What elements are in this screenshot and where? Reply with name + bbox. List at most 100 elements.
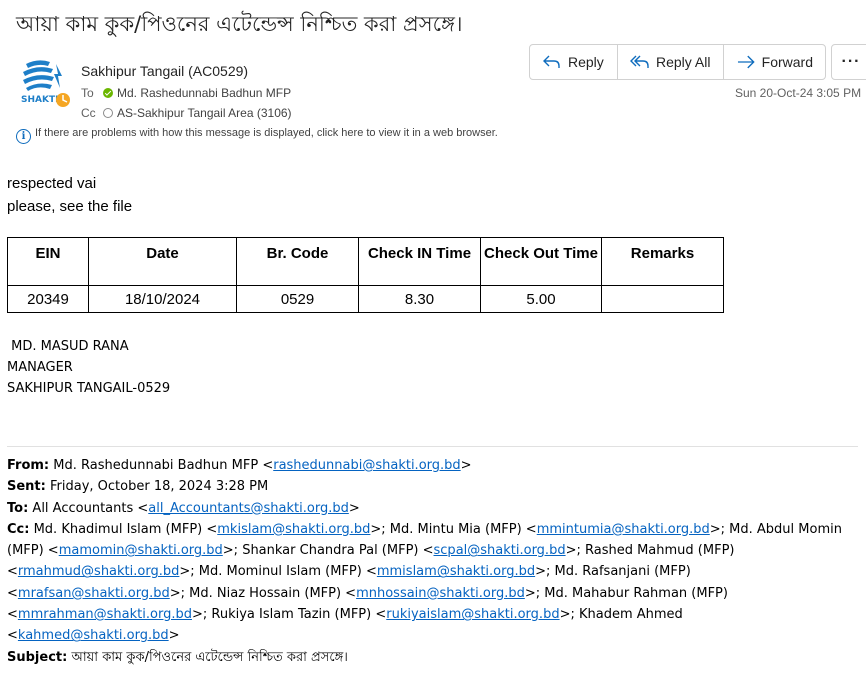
fwd-cc-separator: >; — [565, 543, 585, 559]
info-icon: i — [16, 129, 31, 144]
shakti-logo-icon: SHAKTI — [21, 60, 70, 107]
forward-label: Forward — [761, 54, 813, 70]
signature-branch: SAKHIPUR TANGAIL-0529 — [7, 381, 171, 396]
to-recipients: To Md. Rashedunnabi Badhun MFP — [81, 86, 291, 100]
forward-divider — [7, 446, 858, 447]
fwd-subject-line: Subject: আয়া কাম কুক/পিওনের এটেন্ডেন্স … — [7, 647, 857, 668]
fwd-from-name: Md. Rashedunnabi Badhun MFP < — [53, 458, 274, 473]
cc-label: Cc — [81, 106, 96, 120]
fwd-cc-email-link[interactable]: rmahmud@shakti.org.bd — [18, 564, 179, 579]
fwd-cc-separator: >; — [169, 585, 190, 601]
message-date: Sun 20-Oct-24 3:05 PM — [735, 86, 862, 100]
cell-branch-code: 0529 — [236, 285, 359, 313]
fwd-from-end: > — [460, 458, 472, 473]
to-recipient[interactable]: Md. Rashedunnabi Badhun MFP — [117, 86, 291, 100]
cell-check-in: 8.30 — [358, 285, 481, 313]
fwd-cc-name: Md. Mominul Islam (MFP) < — [198, 564, 377, 580]
fwd-cc-email-link[interactable]: mmintumia@shakti.org.bd — [537, 522, 710, 537]
fwd-sent-line: Sent: Friday, October 18, 2024 3:28 PM — [7, 476, 857, 497]
fwd-cc-separator: >; — [559, 607, 579, 623]
to-label: To — [81, 86, 94, 100]
cell-remarks — [601, 285, 724, 313]
fwd-cc-separator: >; — [179, 564, 199, 580]
fwd-cc-label: Cc: — [7, 521, 30, 537]
display-info-bar[interactable]: i If there are problems with how this mes… — [16, 127, 498, 144]
fwd-cc-separator: > — [168, 628, 180, 644]
fwd-from-label: From: — [7, 458, 50, 473]
cell-check-out: 5.00 — [480, 285, 602, 313]
col-header-date: Date — [88, 237, 237, 286]
fwd-cc-separator: >; — [709, 521, 730, 537]
fwd-to-name: All Accountants < — [32, 500, 149, 516]
body-line: respected vai — [7, 175, 97, 192]
col-header-remarks: Remarks — [601, 237, 724, 286]
sender-name[interactable]: Sakhipur Tangail (AC0529) — [81, 63, 248, 79]
fwd-from-line: From: Md. Rashedunnabi Badhun MFP <rashe… — [7, 455, 857, 476]
cell-ein: 20349 — [7, 285, 89, 313]
fwd-subject-value: আয়া কাম কুক/পিওনের এটেন্ডেন্স নিশ্চিত ক… — [71, 649, 348, 665]
fwd-cc-email-link[interactable]: mmrahman@shakti.org.bd — [18, 607, 192, 622]
attendance-table: EIN Date Br. Code Check IN Time Check Ou… — [7, 237, 724, 313]
message-actions: Reply Reply All Forward — [529, 44, 826, 80]
forward-button[interactable]: Forward — [723, 44, 826, 80]
more-actions-button[interactable]: ··· — [831, 44, 866, 80]
fwd-cc-email-link[interactable]: mnhossain@shakti.org.bd — [356, 586, 525, 601]
fwd-sent-label: Sent: — [7, 479, 46, 495]
fwd-cc-email-link[interactable]: mkislam@shakti.org.bd — [217, 522, 370, 537]
fwd-cc-name: Md. Khadimul Islam (MFP) < — [33, 521, 218, 537]
fwd-cc-email-link[interactable]: kahmed@shakti.org.bd — [18, 628, 169, 643]
fwd-sent-value: Friday, October 18, 2024 3:28 PM — [50, 479, 269, 495]
fwd-cc-email-link[interactable]: rukiyaislam@shakti.org.bd — [386, 607, 559, 622]
reply-all-label: Reply All — [656, 54, 711, 70]
body-line: please, see the file — [7, 198, 133, 215]
forwarded-header: From: Md. Rashedunnabi Badhun MFP <rashe… — [7, 455, 857, 668]
col-header-check-out: Check Out Time — [480, 237, 602, 286]
reply-label: Reply — [568, 54, 604, 70]
reply-button[interactable]: Reply — [529, 44, 618, 80]
fwd-cc-separator: >; — [524, 585, 545, 601]
signature-title: MANAGER — [7, 360, 73, 375]
fwd-cc-separator: >; — [222, 543, 243, 559]
info-text[interactable]: If there are problems with how this mess… — [35, 127, 498, 139]
fwd-cc-name: Md. Mintu Mia (MFP) < — [389, 521, 537, 537]
table-row: 20349 18/10/2024 0529 8.30 5.00 — [7, 285, 724, 313]
signature-name-text: MD. MASUD RANA — [11, 339, 129, 354]
presence-unknown-icon — [103, 108, 113, 118]
fwd-cc-email-link[interactable]: scpal@shakti.org.bd — [434, 543, 566, 558]
forward-icon — [737, 55, 755, 69]
fwd-to-label: To: — [7, 500, 29, 516]
col-header-branch-code: Br. Code — [236, 237, 359, 286]
fwd-cc-line: Cc: Md. Khadimul Islam (MFP) <mkislam@sh… — [7, 519, 857, 647]
signature-name: MD. MASUD RANA — [7, 336, 170, 357]
fwd-subject-label: Subject: — [7, 649, 68, 665]
fwd-to-email-link[interactable]: all_Accountants@shakti.org.bd — [148, 501, 349, 516]
fwd-cc-name: Shankar Chandra Pal (MFP) < — [242, 543, 434, 559]
sender-logo: SHAKTI — [20, 54, 72, 110]
fwd-from-email-link[interactable]: rashedunnabi@shakti.org.bd — [273, 458, 460, 473]
reply-all-button[interactable]: Reply All — [617, 44, 724, 80]
fwd-cc-name: Rukiya Islam Tazin (MFP) < — [211, 607, 387, 623]
message-body: respected vai please, see the file — [7, 172, 132, 218]
cc-recipient[interactable]: AS-Sakhipur Tangail Area (3106) — [117, 106, 292, 120]
signature-block: MD. MASUD RANA MANAGER SAKHIPUR TANGAIL-… — [7, 336, 170, 399]
fwd-cc-list: Md. Khadimul Islam (MFP) <mkislam@shakti… — [7, 522, 842, 643]
fwd-to-line: To: All Accountants <all_Accountants@sha… — [7, 498, 857, 519]
reply-icon — [543, 55, 560, 68]
cell-date: 18/10/2024 — [88, 285, 237, 313]
fwd-cc-separator: >; — [535, 564, 555, 580]
table-header-row: EIN Date Br. Code Check IN Time Check Ou… — [7, 237, 724, 286]
fwd-to-end: > — [348, 500, 360, 516]
reply-all-icon — [630, 55, 649, 68]
fwd-cc-separator: >; — [191, 607, 212, 623]
fwd-cc-name: Md. Niaz Hossain (MFP) < — [189, 585, 357, 601]
fwd-cc-email-link[interactable]: mrafsan@shakti.org.bd — [18, 586, 170, 601]
logo-text: SHAKTI — [21, 95, 58, 105]
col-header-check-in: Check IN Time — [358, 237, 481, 286]
fwd-cc-email-link[interactable]: mmislam@shakti.org.bd — [377, 564, 535, 579]
fwd-cc-email-link[interactable]: mamomin@shakti.org.bd — [59, 543, 223, 558]
presence-available-icon — [103, 88, 113, 98]
fwd-cc-separator: >; — [370, 521, 390, 537]
col-header-ein: EIN — [7, 237, 89, 286]
cc-recipients: Cc AS-Sakhipur Tangail Area (3106) — [81, 106, 292, 120]
email-subject: আয়া কাম কুক/পিওনের এটেন্ডেন্স নিশ্চিত ক… — [16, 12, 463, 36]
